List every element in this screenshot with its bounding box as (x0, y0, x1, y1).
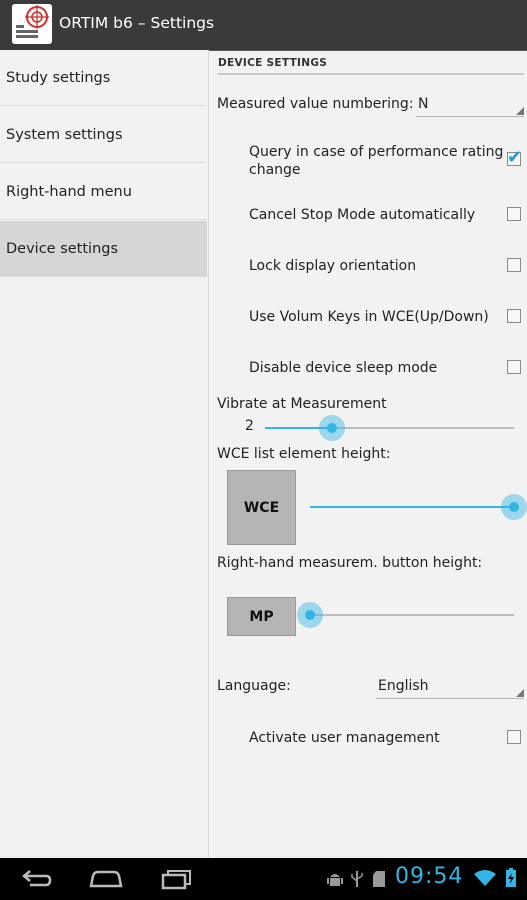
checkbox-label-cancel-stop: Cancel Stop Mode automatically (249, 207, 476, 223)
sidebar-item-label: Device settings (6, 241, 119, 257)
wce-height-slider-track[interactable] (310, 506, 514, 508)
mp-height-slider-track[interactable] (310, 614, 514, 616)
dropdown-triangle-icon (516, 689, 524, 697)
ortim-target-icon[interactable] (12, 4, 52, 44)
wce-height-slider-thumb[interactable] (501, 494, 527, 520)
wce-preview: WCE (227, 470, 296, 545)
checkbox-label-user-management: Activate user management (249, 730, 440, 746)
label-line: Query in case of performance rating (249, 144, 504, 160)
wce-height-label: WCE list element height: (217, 446, 391, 462)
numbering-spinner[interactable]: N (416, 94, 524, 117)
sidebar-item-device-settings[interactable]: Device settings (0, 221, 207, 277)
vibrate-label: Vibrate at Measurement (217, 396, 387, 412)
checkmark-icon: ✔ (507, 147, 523, 168)
performance-rating-checkbox[interactable]: ✔ (507, 147, 522, 168)
android-debug-icon (327, 870, 343, 888)
sidebar-item-system-settings[interactable]: System settings (0, 107, 207, 163)
wifi-icon (474, 869, 496, 887)
numbering-label: Measured value numbering: (217, 96, 414, 112)
back-icon[interactable] (20, 868, 52, 890)
mp-height-slider-thumb[interactable] (297, 602, 323, 628)
language-value: English (378, 678, 429, 694)
status-clock: 09:54 (395, 864, 464, 889)
recent-apps-icon[interactable] (160, 868, 194, 890)
mp-height-label: Right-hand measurem. button height: (217, 555, 483, 571)
home-icon[interactable] (88, 868, 124, 890)
sidebar-item-right-hand-menu[interactable]: Right-hand menu (0, 164, 207, 220)
sidebar-item-label: Right-hand menu (6, 184, 132, 200)
mp-preview: MP (227, 597, 296, 636)
user-management-checkbox[interactable] (507, 730, 521, 744)
checkbox-label-sleep-mode: Disable device sleep mode (249, 360, 438, 376)
checkbox-label-performance-rating: Query in case of performance rating chan… (249, 143, 503, 179)
action-bar: ORTIM b6 – Settings (0, 0, 527, 50)
battery-icon (505, 868, 517, 888)
sidebar-item-study-settings[interactable]: Study settings (0, 50, 207, 106)
language-label: Language: (217, 678, 291, 694)
system-nav-bar: 09:54 (0, 858, 527, 900)
settings-sidebar: Study settings System settings Right-han… (0, 50, 209, 858)
vibrate-slider-thumb[interactable] (319, 415, 345, 441)
cancel-stop-mode-checkbox[interactable] (507, 207, 521, 221)
volume-keys-checkbox[interactable] (507, 309, 521, 323)
sidebar-item-label: Study settings (6, 70, 111, 86)
numbering-value: N (418, 96, 429, 112)
language-spinner[interactable]: English (376, 676, 524, 699)
usb-icon (350, 870, 364, 888)
sd-card-icon (372, 870, 386, 888)
lock-orientation-checkbox[interactable] (507, 258, 521, 272)
label-line: change (249, 162, 301, 178)
section-header: DEVICE SETTINGS (218, 57, 524, 75)
disable-sleep-mode-checkbox[interactable] (507, 360, 521, 374)
vibrate-value: 2 (245, 418, 254, 434)
app-title: ORTIM b6 – Settings (59, 14, 215, 32)
sidebar-item-label: System settings (6, 127, 123, 143)
checkbox-label-volume-keys: Use Volum Keys in WCE(Up/Down) (249, 309, 489, 325)
checkbox-label-lock-orientation: Lock display orientation (249, 258, 417, 274)
dropdown-triangle-icon (516, 107, 524, 115)
